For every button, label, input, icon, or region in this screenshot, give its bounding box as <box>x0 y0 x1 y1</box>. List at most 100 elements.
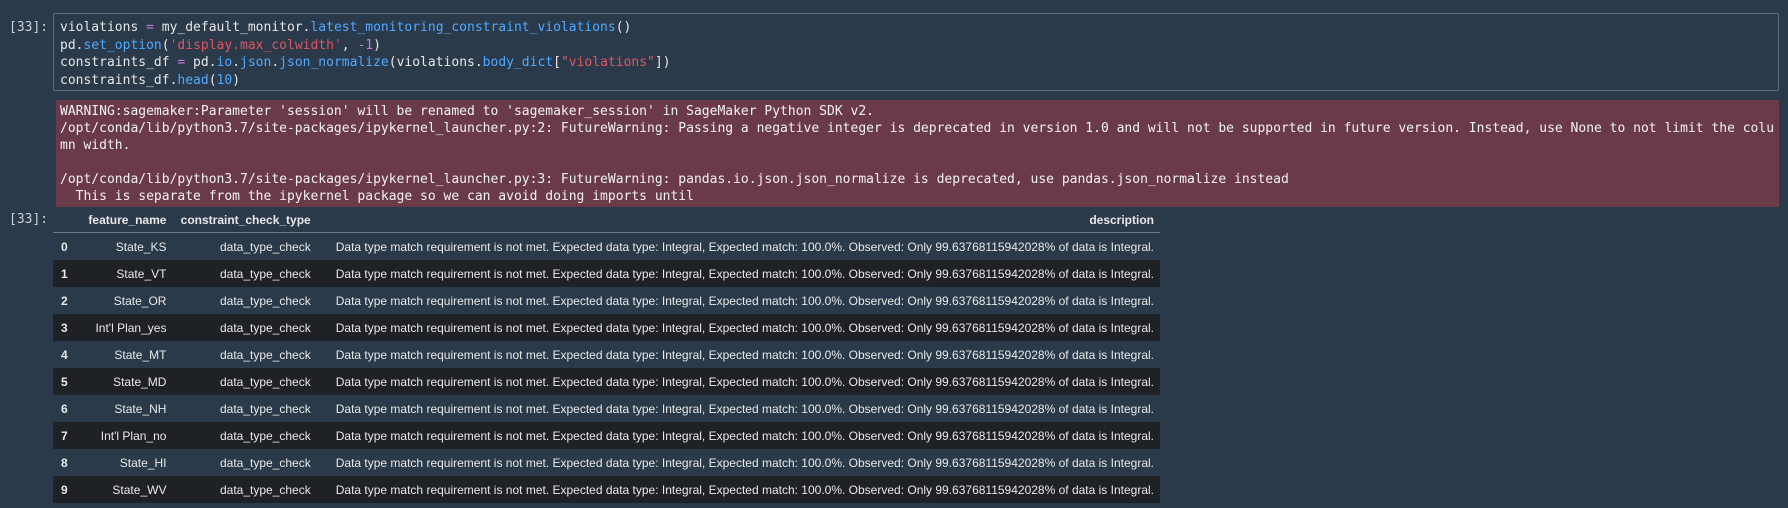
table-row: 7 Int'l Plan_no data_type_check Data type m… <box>53 422 1160 449</box>
row-index: 4 <box>61 347 68 362</box>
output-prompt: [33]: <box>9 212 49 227</box>
stderr-line: This is separate from the ipykernel pack… <box>60 189 694 204</box>
table-cell: data_type_check <box>220 374 311 389</box>
table-row: 4 State_MT data_type_check Data type match … <box>53 341 1160 368</box>
table-row: 5 State_MD data_type_check Data type match … <box>53 368 1160 395</box>
table-cell: data_type_check <box>220 347 311 362</box>
table-cell: data_type_check <box>220 293 311 308</box>
code-token: pd. <box>185 55 217 70</box>
index-header <box>53 208 81 233</box>
table-cell: State_MT <box>114 347 167 362</box>
table-cell: data_type_check <box>220 401 311 416</box>
code-line: violations = my_default_monitor.latest_m… <box>60 19 1772 37</box>
row-index: 9 <box>61 482 68 497</box>
table-cell: Int'l Plan_no <box>100 428 167 443</box>
code-token: . <box>232 55 241 70</box>
row-index: 3 <box>61 320 68 335</box>
code-editor[interactable]: violations = my_default_monitor.latest_m… <box>53 13 1779 91</box>
stderr-line <box>60 154 1775 171</box>
table-row: 9 State_WV data_type_check Data type match … <box>53 476 1160 503</box>
code-token: -1 <box>357 37 374 53</box>
code-token: ]) <box>654 55 671 70</box>
table-cell: data_type_check <box>220 428 311 443</box>
code-token: set_option <box>83 37 162 53</box>
table-cell: Data type match requirement is not met. … <box>335 428 1154 443</box>
table-cell: data_type_check <box>220 239 311 254</box>
code-token: json <box>240 55 272 70</box>
table-cell: data_type_check <box>220 320 311 335</box>
dataframe-table: feature_name constraint_check_type descrip… <box>53 208 1160 503</box>
row-index: 8 <box>61 455 68 470</box>
code-token: 10 <box>216 72 233 88</box>
table-cell: State_OR <box>113 293 167 308</box>
code-token: json_normalize <box>279 55 389 70</box>
table-cell: data_type_check <box>220 266 311 281</box>
row-index: 1 <box>61 266 68 281</box>
table-cell: Data type match requirement is not met. … <box>335 482 1154 497</box>
table-cell: Data type match requirement is not met. … <box>335 401 1154 416</box>
code-token: (violations. <box>388 55 483 70</box>
table-cell: Int'l Plan_yes <box>95 320 167 335</box>
table-cell: State_VT <box>116 266 167 281</box>
code-token: . <box>271 55 280 70</box>
column-header: feature_name <box>81 208 173 233</box>
code-token: body_dict <box>482 55 554 70</box>
code-token: ) <box>373 37 381 53</box>
table-cell: Data type match requirement is not met. … <box>335 239 1154 254</box>
code-line: constraints_df.head(10) <box>60 72 1772 90</box>
table-cell: Data type match requirement is not met. … <box>335 266 1154 281</box>
table-cell: State_KS <box>115 239 167 254</box>
table-cell: State_HI <box>119 455 167 470</box>
table-row: 8 State_HI data_type_check Data type match … <box>53 449 1160 476</box>
table-row: 6 State_NH data_type_check Data type match … <box>53 395 1160 422</box>
code-token: constraints_df <box>60 55 178 70</box>
code-token: io <box>216 55 233 70</box>
row-index: 0 <box>61 239 68 254</box>
table-cell: Data type match requirement is not met. … <box>335 455 1154 470</box>
code-token: ( <box>208 72 217 88</box>
column-header: description <box>316 208 1160 233</box>
table-row: 2 State_OR data_type_check Data type match … <box>53 287 1160 314</box>
table-row: 3 Int'l Plan_yes data_type_check Data type … <box>53 314 1160 341</box>
table-cell: Data type match requirement is not met. … <box>335 374 1154 389</box>
table-cell: Data type match requirement is not met. … <box>335 293 1154 308</box>
row-index: 2 <box>61 293 68 308</box>
code-token: pd. <box>60 37 84 53</box>
table-cell: State_NH <box>114 401 167 416</box>
stderr-line: WARNING:sagemaker:Parameter 'session' wi… <box>60 104 874 119</box>
code-token: "violations" <box>560 55 655 70</box>
code-token: latest_monitoring_constraint_violations <box>310 20 616 35</box>
table-row: 1 State_VT data_type_check Data type match … <box>53 260 1160 287</box>
table-cell: State_WV <box>112 482 167 497</box>
code-token: violations <box>60 20 147 35</box>
table-body: 0 State_KS data_type_check Data type match … <box>53 232 1160 503</box>
stderr-line: /opt/conda/lib/python3.7/site-packages/i… <box>60 121 1775 136</box>
table-cell: Data type match requirement is not met. … <box>335 320 1154 335</box>
stderr-output: WARNING:sagemaker:Parameter 'session' wi… <box>56 100 1779 207</box>
row-index: 7 <box>61 428 68 443</box>
row-index: 5 <box>61 374 68 389</box>
code-token: 'display.max_colwidth' <box>169 37 342 53</box>
stderr-line: /opt/conda/lib/python3.7/site-packages/i… <box>60 172 1289 187</box>
code-line: pd.set_option('display.max_colwidth', -1… <box>60 37 1772 55</box>
input-prompt: [33]: <box>9 20 49 35</box>
table-cell: State_MD <box>113 374 167 389</box>
code-token: ) <box>232 72 241 88</box>
code-token: () <box>615 20 632 35</box>
table-cell: data_type_check <box>220 482 311 497</box>
code-token: head <box>177 72 209 88</box>
code-token: , <box>341 37 358 53</box>
code-token: constraints_df. <box>60 72 178 88</box>
stderr-line: mn width. <box>60 138 131 153</box>
code-token: my_default_monitor. <box>153 20 311 35</box>
row-index: 6 <box>61 401 68 416</box>
code-token: = <box>146 20 154 35</box>
table-cell: data_type_check <box>220 455 311 470</box>
code-line: constraints_df = pd.io.json.json_normali… <box>60 54 1772 72</box>
table-header-row: feature_name constraint_check_type descrip… <box>53 208 1160 233</box>
code-token: [ <box>553 55 561 70</box>
table-row: 0 State_KS data_type_check Data type match … <box>53 232 1160 260</box>
code-token: ( <box>161 37 170 53</box>
table-cell: Data type match requirement is not met. … <box>335 347 1154 362</box>
column-header: constraint_check_type <box>172 208 317 233</box>
